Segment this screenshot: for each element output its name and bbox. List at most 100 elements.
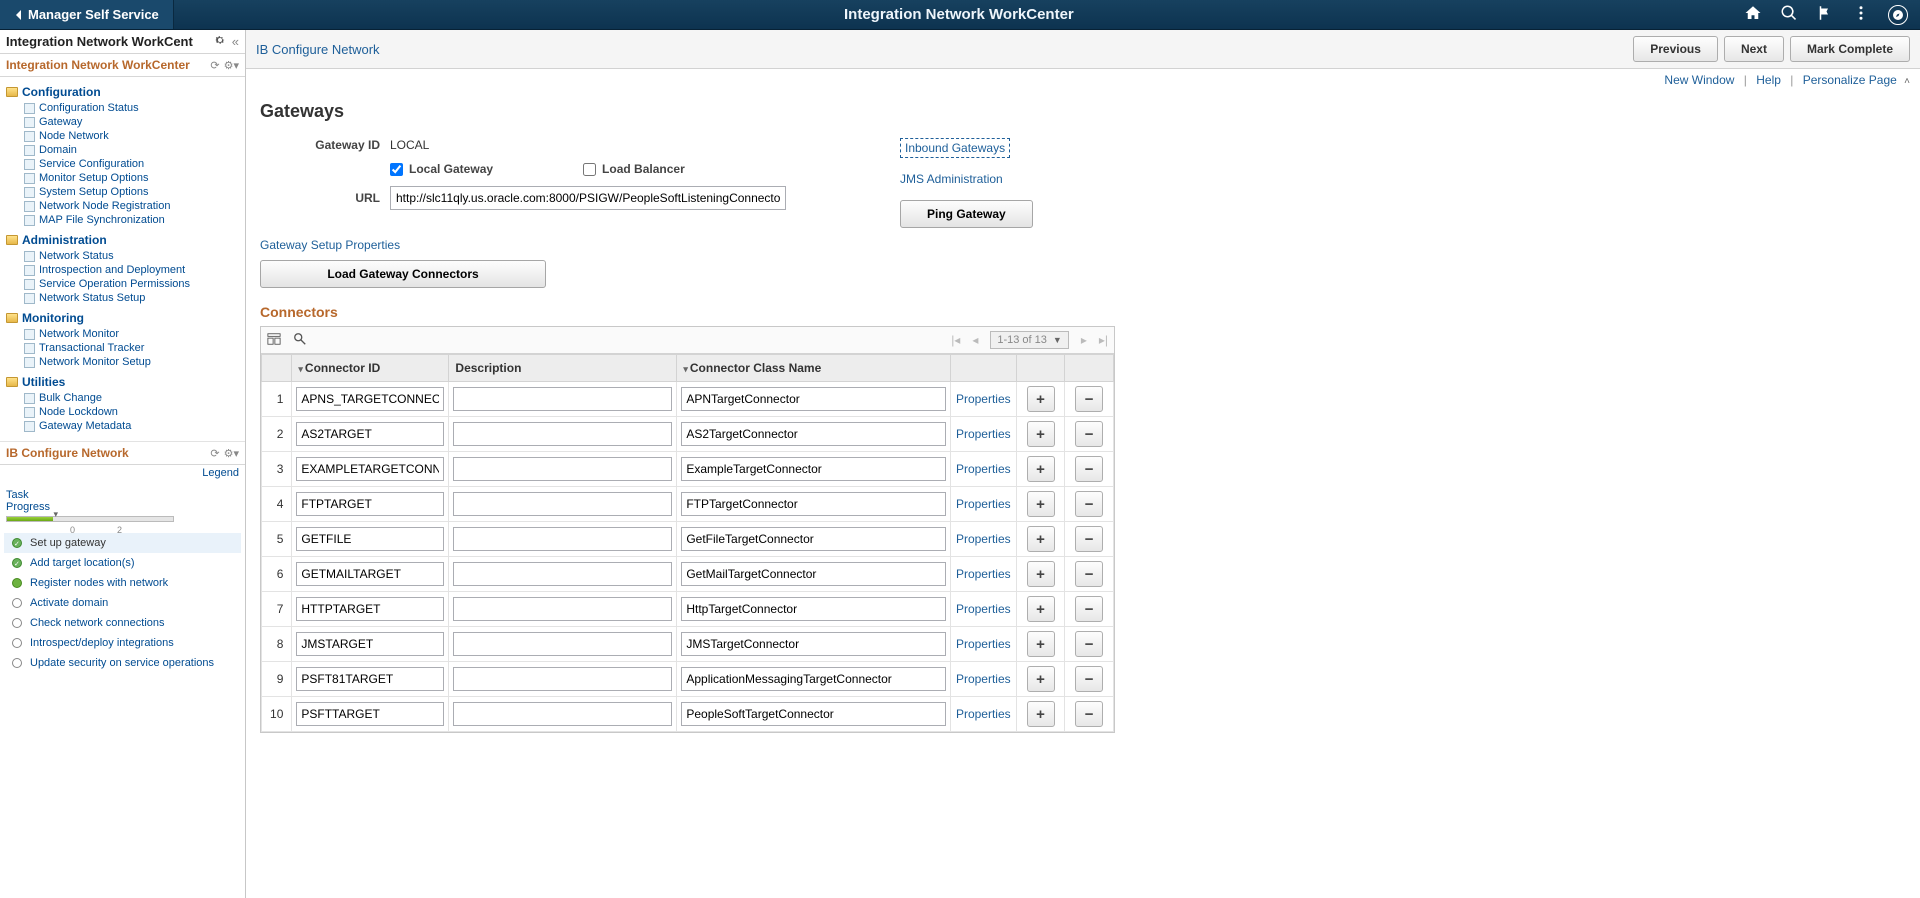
add-row-button[interactable]: + xyxy=(1027,526,1055,552)
connector-class-input[interactable] xyxy=(681,527,946,551)
delete-row-button[interactable]: − xyxy=(1075,701,1103,727)
tree-item[interactable]: Network Node Registration xyxy=(6,199,245,213)
home-icon[interactable] xyxy=(1744,4,1762,25)
jms-admin-link[interactable]: JMS Administration xyxy=(900,172,1033,186)
description-input[interactable] xyxy=(453,667,672,691)
col-connector-id[interactable]: Connector ID xyxy=(292,355,449,382)
connector-class-input[interactable] xyxy=(681,387,946,411)
col-connector-class[interactable]: Connector Class Name xyxy=(677,355,951,382)
description-input[interactable] xyxy=(453,492,672,516)
refresh-icon[interactable]: ⟳ xyxy=(210,447,219,460)
grid-layout-icon[interactable] xyxy=(267,332,281,349)
task-link[interactable]: Check network connections xyxy=(30,617,165,629)
connector-id-input[interactable] xyxy=(296,632,444,656)
collapse-icon[interactable]: « xyxy=(232,34,239,49)
connector-class-input[interactable] xyxy=(681,597,946,621)
legend-link[interactable]: Legend xyxy=(202,467,239,479)
description-input[interactable] xyxy=(453,702,672,726)
task-link[interactable]: Update security on service operations xyxy=(30,657,214,669)
flag-icon[interactable] xyxy=(1816,4,1834,25)
tree-item[interactable]: MAP File Synchronization xyxy=(6,213,245,227)
next-page-icon[interactable]: ▸ xyxy=(1081,333,1087,347)
pager-info[interactable]: 1-13 of 13 ▼ xyxy=(990,331,1068,349)
add-row-button[interactable]: + xyxy=(1027,596,1055,622)
url-input[interactable] xyxy=(390,186,786,210)
load-gateway-connectors-button[interactable]: Load Gateway Connectors xyxy=(260,260,546,288)
connector-id-input[interactable] xyxy=(296,457,444,481)
connector-id-input[interactable] xyxy=(296,422,444,446)
connector-class-input[interactable] xyxy=(681,632,946,656)
connector-id-input[interactable] xyxy=(296,597,444,621)
delete-row-button[interactable]: − xyxy=(1075,526,1103,552)
connector-id-input[interactable] xyxy=(296,667,444,691)
ping-gateway-button[interactable]: Ping Gateway xyxy=(900,200,1033,228)
connector-class-input[interactable] xyxy=(681,667,946,691)
delete-row-button[interactable]: − xyxy=(1075,421,1103,447)
tree-group[interactable]: Administration xyxy=(6,231,245,249)
description-input[interactable] xyxy=(453,457,672,481)
tree-item[interactable]: Network Monitor xyxy=(6,327,245,341)
properties-link[interactable]: Properties xyxy=(956,567,1011,581)
prev-page-icon[interactable]: ◂ xyxy=(972,333,978,347)
add-row-button[interactable]: + xyxy=(1027,421,1055,447)
properties-link[interactable]: Properties xyxy=(956,707,1011,721)
properties-link[interactable]: Properties xyxy=(956,532,1011,546)
gear-dropdown-icon[interactable]: ⚙▾ xyxy=(224,59,239,72)
collapse-caret-icon[interactable]: ˄ xyxy=(1904,76,1910,87)
properties-link[interactable]: Properties xyxy=(956,462,1011,476)
description-input[interactable] xyxy=(453,562,672,586)
search-icon[interactable] xyxy=(1780,4,1798,25)
tree-item[interactable]: Configuration Status xyxy=(6,101,245,115)
tree-group[interactable]: Configuration xyxy=(6,83,245,101)
tree-item[interactable]: Monitor Setup Options xyxy=(6,171,245,185)
properties-link[interactable]: Properties xyxy=(956,637,1011,651)
task-item[interactable]: Check network connections xyxy=(4,613,241,633)
delete-row-button[interactable]: − xyxy=(1075,631,1103,657)
gear-icon[interactable] xyxy=(214,34,226,49)
col-description[interactable]: Description xyxy=(449,355,677,382)
gateway-setup-properties-link[interactable]: Gateway Setup Properties xyxy=(260,238,400,252)
description-input[interactable] xyxy=(453,387,672,411)
tree-item[interactable]: Gateway xyxy=(6,115,245,129)
back-button[interactable]: Manager Self Service xyxy=(0,0,174,29)
description-input[interactable] xyxy=(453,597,672,621)
tree-item[interactable]: Network Status Setup xyxy=(6,291,245,305)
connector-class-input[interactable] xyxy=(681,492,946,516)
tree-item[interactable]: Bulk Change xyxy=(6,391,245,405)
tree-item[interactable]: Service Operation Permissions xyxy=(6,277,245,291)
personalize-link[interactable]: Personalize Page xyxy=(1803,73,1897,87)
properties-link[interactable]: Properties xyxy=(956,672,1011,686)
add-row-button[interactable]: + xyxy=(1027,456,1055,482)
add-row-button[interactable]: + xyxy=(1027,491,1055,517)
new-window-link[interactable]: New Window xyxy=(1664,73,1734,87)
tree-group[interactable]: Monitoring xyxy=(6,309,245,327)
inbound-gateways-link[interactable]: Inbound Gateways xyxy=(900,138,1010,158)
connector-class-input[interactable] xyxy=(681,422,946,446)
description-input[interactable] xyxy=(453,422,672,446)
add-row-button[interactable]: + xyxy=(1027,386,1055,412)
task-item[interactable]: Update security on service operations xyxy=(4,653,241,673)
description-input[interactable] xyxy=(453,527,672,551)
task-item[interactable]: Introspect/deploy integrations xyxy=(4,633,241,653)
last-page-icon[interactable]: ▸| xyxy=(1099,333,1108,347)
tree-item[interactable]: Domain xyxy=(6,143,245,157)
task-link[interactable]: Introspect/deploy integrations xyxy=(30,637,174,649)
next-button[interactable]: Next xyxy=(1724,36,1784,62)
task-link[interactable]: Register nodes with network xyxy=(30,577,168,589)
help-link[interactable]: Help xyxy=(1756,73,1781,87)
delete-row-button[interactable]: − xyxy=(1075,386,1103,412)
load-balancer-input[interactable] xyxy=(583,163,596,176)
add-row-button[interactable]: + xyxy=(1027,561,1055,587)
task-item[interactable]: Register nodes with network xyxy=(4,573,241,593)
delete-row-button[interactable]: − xyxy=(1075,666,1103,692)
properties-link[interactable]: Properties xyxy=(956,602,1011,616)
properties-link[interactable]: Properties xyxy=(956,497,1011,511)
tree-item[interactable]: Network Status xyxy=(6,249,245,263)
tree-item[interactable]: Node Lockdown xyxy=(6,405,245,419)
description-input[interactable] xyxy=(453,632,672,656)
local-gateway-checkbox[interactable]: Local Gateway xyxy=(390,162,493,176)
tree-group[interactable]: Utilities xyxy=(6,373,245,391)
add-row-button[interactable]: + xyxy=(1027,666,1055,692)
previous-button[interactable]: Previous xyxy=(1633,36,1718,62)
connector-class-input[interactable] xyxy=(681,457,946,481)
